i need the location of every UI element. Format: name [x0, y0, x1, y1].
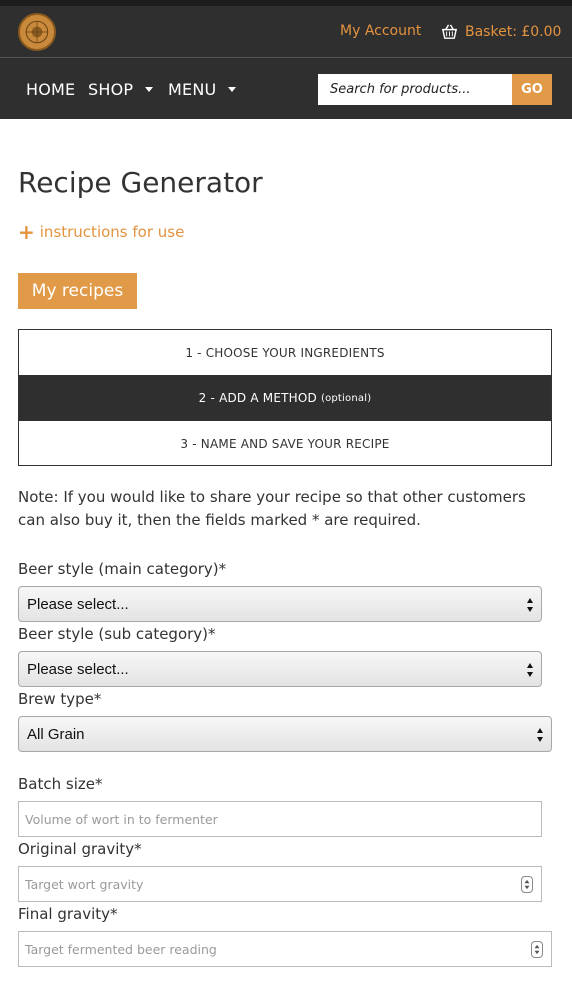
instructions-toggle[interactable]: + instructions for use [18, 222, 184, 242]
basket-link[interactable]: Basket: £0.00 [440, 22, 561, 41]
beer-style-main-select[interactable]: Please select... [18, 586, 542, 622]
step-optional-label: (optional) [320, 392, 372, 404]
select-value: Please select... [27, 660, 129, 678]
malt-miller-logo[interactable] [18, 13, 56, 51]
final-gravity-label: Final gravity* [18, 905, 118, 923]
search-input[interactable]: Search for products... [318, 74, 512, 105]
nav-menu-label: MENU [168, 80, 217, 99]
nav-shop-label: SHOP [88, 80, 134, 99]
my-recipes-button[interactable]: My recipes [18, 273, 137, 309]
main-nav: HOME SHOP MENU Search for products... GO [0, 57, 572, 119]
nav-shop[interactable]: SHOP [88, 80, 154, 99]
beer-style-sub-label: Beer style (sub category)* [18, 625, 216, 643]
search-go-button[interactable]: GO [512, 74, 552, 105]
step-add-method[interactable]: 2 - ADD A METHOD (optional) [19, 375, 551, 421]
brew-type-label: Brew type* [18, 690, 102, 708]
recipe-steps: 1 - CHOOSE YOUR INGREDIENTS 2 - ADD A ME… [18, 329, 552, 466]
basket-icon [440, 22, 459, 41]
page-title: Recipe Generator [18, 166, 263, 199]
number-spinner-icon[interactable] [521, 876, 533, 893]
step-name-save[interactable]: 3 - NAME AND SAVE YOUR RECIPE [19, 421, 551, 466]
step-choose-ingredients[interactable]: 1 - CHOOSE YOUR INGREDIENTS [19, 330, 551, 375]
select-value: All Grain [27, 725, 85, 743]
final-gravity-input[interactable]: Target fermented beer reading [18, 931, 552, 967]
my-account-link[interactable]: My Account [340, 23, 421, 39]
plus-icon: + [18, 220, 35, 244]
step-label: 2 - ADD A METHOD [198, 391, 317, 405]
select-value: Please select... [27, 595, 129, 613]
select-arrows-icon [526, 597, 534, 613]
step-label: 1 - CHOOSE YOUR INGREDIENTS [185, 345, 385, 360]
caret-down-icon [228, 87, 237, 92]
batch-size-input[interactable]: Volume of wort in to fermenter [18, 801, 542, 837]
select-arrows-icon [536, 727, 544, 743]
search-placeholder: Search for products... [330, 82, 471, 97]
nav-home-label: HOME [26, 80, 76, 99]
batch-size-label: Batch size* [18, 775, 103, 793]
top-bar: My Account Basket: £0.00 [0, 0, 572, 57]
original-gravity-input[interactable]: Target wort gravity [18, 866, 542, 902]
nav-menu[interactable]: MENU [168, 80, 237, 99]
basket-total: Basket: £0.00 [465, 23, 562, 40]
instructions-label: instructions for use [39, 223, 185, 241]
share-note: Note: If you would like to share your re… [18, 488, 526, 529]
original-gravity-label: Original gravity* [18, 840, 142, 858]
beer-style-main-label: Beer style (main category)* [18, 560, 227, 578]
number-spinner-icon[interactable] [531, 941, 543, 958]
input-placeholder: Target fermented beer reading [25, 941, 217, 957]
select-arrows-icon [526, 662, 534, 678]
brew-type-select[interactable]: All Grain [18, 716, 552, 752]
input-placeholder: Target wort gravity [25, 876, 144, 892]
caret-down-icon [145, 87, 154, 92]
input-placeholder: Volume of wort in to fermenter [25, 811, 218, 827]
nav-home[interactable]: HOME [26, 80, 75, 99]
step-label: 3 - NAME AND SAVE YOUR RECIPE [180, 436, 390, 451]
beer-style-sub-select[interactable]: Please select... [18, 651, 542, 687]
